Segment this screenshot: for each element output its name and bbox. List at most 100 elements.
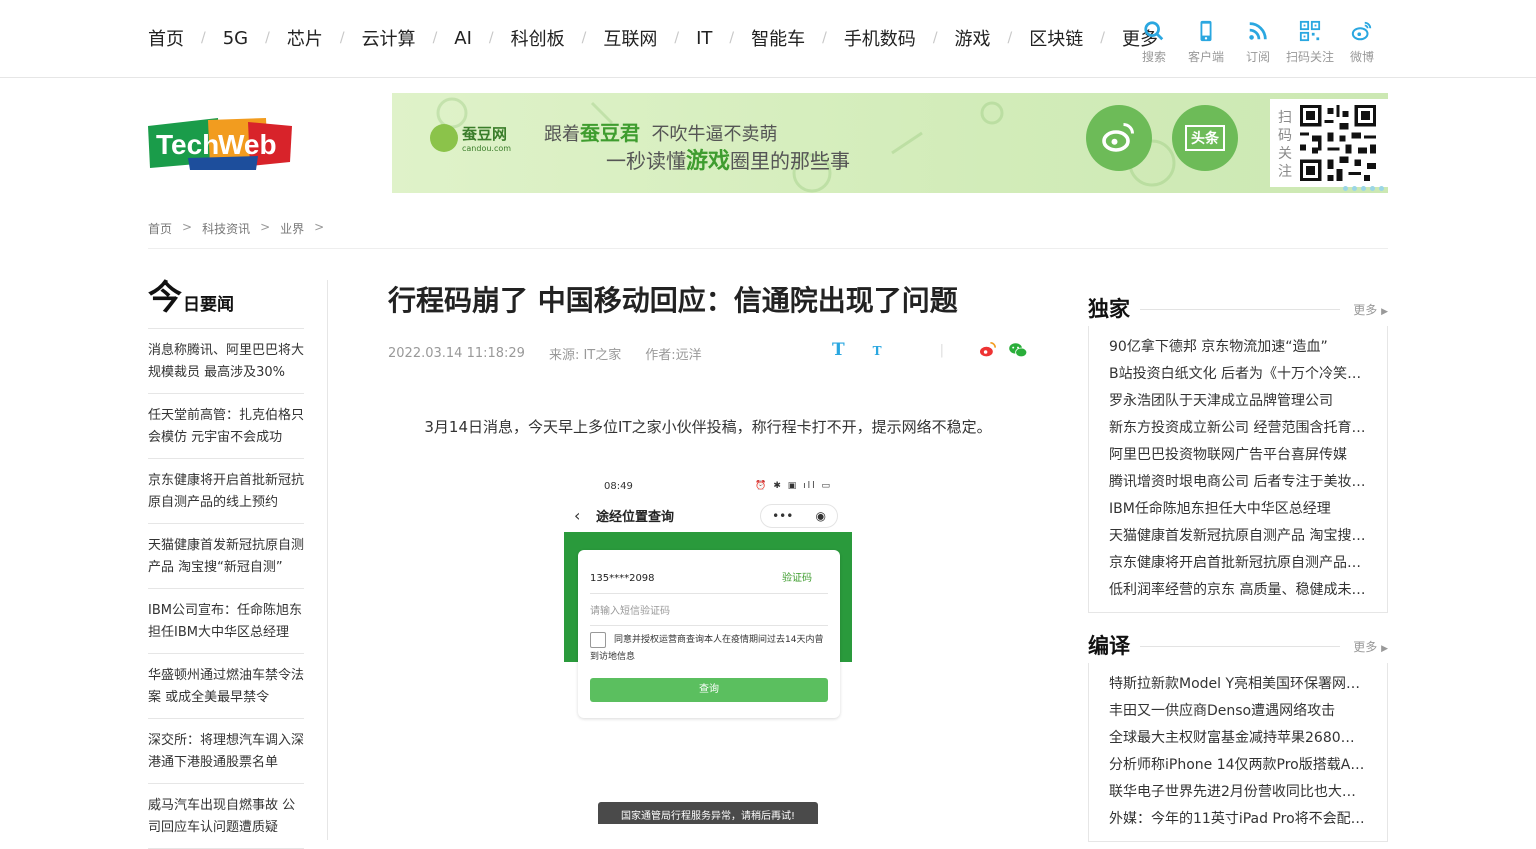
breadcrumb-divider <box>148 248 1388 249</box>
exclusive-news-item[interactable]: 京东健康将开启首批新冠抗原自测产品预约 <box>1109 550 1367 577</box>
nav-link[interactable]: 云计算 <box>362 25 416 51</box>
verify-code-link: 验证码 <box>782 573 812 584</box>
exclusive-news-item[interactable]: 低利润率经营的京东 高质量、稳健成未来主线 <box>1109 577 1367 604</box>
weibo-share-icon[interactable] <box>978 342 998 358</box>
nav-link[interactable]: IT <box>696 28 712 49</box>
exclusive-news-item[interactable]: 90亿拿下德邦 京东物流加速“造血” <box>1109 334 1367 361</box>
banner-brand-sub: candou.com <box>462 144 512 153</box>
exclusive-news-item[interactable]: 新东方投资成立新公司 经营范围含托育服务等 <box>1109 415 1367 442</box>
today-news-title: 今 日要闻 <box>148 280 304 329</box>
translation-news-item[interactable]: 全球最大主权财富基金减持苹果2680万股 <box>1109 725 1367 752</box>
nav-link[interactable]: 智能车 <box>751 25 805 51</box>
weibo-tool[interactable]: 微博 <box>1336 20 1388 65</box>
article-screenshot: 08:49 ⏰ ✱ ▣ ıll ▭ ‹ 途经位置查询 ••• ◉ 135****… <box>564 478 852 824</box>
banner-line1-pre: 跟着 <box>544 124 580 145</box>
phone-title-bar: ‹ 途经位置查询 ••• ◉ <box>564 500 852 532</box>
translation-more-link[interactable]: 更多 ▶ <box>1353 638 1388 655</box>
nav-separator: / <box>488 30 494 46</box>
nav-link[interactable]: AI <box>454 28 472 49</box>
nav-link[interactable]: 芯片 <box>287 25 323 51</box>
nav-link[interactable]: 科创板 <box>511 25 565 51</box>
nav-separator: / <box>201 30 206 46</box>
today-news-item[interactable]: 消息称腾讯、阿里巴巴将大规模裁员 最高涉及30% <box>148 329 304 394</box>
nav-link[interactable]: 互联网 <box>603 25 657 51</box>
qrcode-tool[interactable]: 扫码关注 <box>1284 20 1336 65</box>
breadcrumb-item[interactable]: 业界 <box>280 220 304 237</box>
banner-qr-box: 扫码关注 <box>1270 99 1388 187</box>
exclusive-more-label: 更多 <box>1353 303 1378 317</box>
close-icon: ◉ <box>815 509 826 523</box>
today-news-item[interactable]: 威马汽车出现自燃事故 公司回应车认问题遭质疑 <box>148 784 304 849</box>
exclusive-news-item[interactable]: 腾讯增资时垠电商公司 后者专注于美妆零售 <box>1109 469 1367 496</box>
today-news-item[interactable]: 深交所：将理想汽车调入深港通下港股通股票名单 <box>148 719 304 784</box>
techweb-logo[interactable]: Tech Web <box>148 118 293 170</box>
nav-link[interactable]: 首页 <box>148 25 184 51</box>
font-large-icon: T <box>832 340 845 360</box>
banner-line2-post: 圈里的那些事 <box>730 149 851 173</box>
tool-icons: 搜索 客户端 订阅 扫码关注 微博 <box>1128 20 1388 65</box>
translation-list: 特斯拉新款Model Y亮相美国环保署网站 续航更长丰田又一供应商Denso遭遇… <box>1088 663 1388 842</box>
breadcrumb-item[interactable]: 首页 <box>148 220 172 237</box>
nav-link[interactable]: 手机数码 <box>844 25 916 51</box>
nav-link[interactable]: 区块链 <box>1029 25 1083 51</box>
today-news-item[interactable]: 任天堂前高管：扎克伯格只会模仿 元宇宙不会成功 <box>148 394 304 459</box>
exclusive-news-item[interactable]: 天猫健康首发新冠抗原自测产品 淘宝搜“新冠自测” <box>1109 523 1367 550</box>
qr-code-image <box>1300 105 1376 181</box>
article-meta: 2022.03.14 11:18:29 来源: IT之家 作者:远洋 TT | <box>388 340 1028 363</box>
column-divider <box>327 280 328 840</box>
translation-news-item[interactable]: 丰田又一供应商Denso遭遇网络攻击 <box>1109 698 1367 725</box>
translation-news-item[interactable]: 外媒：今年的11英寸iPad Pro将不会配备mini-LED <box>1109 806 1367 833</box>
translation-header: 编译 更多 ▶ <box>1088 633 1388 659</box>
exclusive-news-item[interactable]: 罗永浩团队于天津成立品牌管理公司 <box>1109 388 1367 415</box>
query-button: 查询 <box>590 678 828 702</box>
exclusive-title: 独家 <box>1088 296 1130 322</box>
breadcrumb: 首页 > 科技资讯 > 业界 > <box>148 220 334 237</box>
today-news-item[interactable]: IBM公司宣布：任命陈旭东担任IBM大中华区总经理 <box>148 589 304 654</box>
today-news-item[interactable]: 华盛顿州通过燃油车禁令法案 或成全美最早禁令 <box>148 654 304 719</box>
weibo-icon <box>1351 21 1372 41</box>
banner-line2-pre: 一秒读懂 <box>606 149 686 173</box>
client-tool-label: 客户端 <box>1187 50 1224 64</box>
breadcrumb-separator: > <box>260 220 271 234</box>
exclusive-news-item[interactable]: B站投资白纸文化 后者为《十万个冷笑话》出品方 <box>1109 361 1367 388</box>
today-news-item[interactable]: 京东健康将开启首批新冠抗原自测产品的线上预约 <box>148 459 304 524</box>
chevron-right-icon: ▶ <box>1381 307 1388 317</box>
translation-news-item[interactable]: 联华电子世界先进2月份营收同比也大幅增长 <box>1109 779 1367 806</box>
banner-doodle-pattern <box>436 97 1234 193</box>
breadcrumb-item[interactable]: 科技资讯 <box>202 220 250 237</box>
font-small-icon: T <box>872 344 882 358</box>
article-author[interactable]: 作者:远洋 <box>645 344 701 363</box>
exclusive-box: 独家 更多 ▶ 90亿拿下德邦 京东物流加速“造血” B站投资白纸文化 后者为《十… <box>1088 296 1388 613</box>
exclusive-news-item[interactable]: IBM任命陈旭东担任大中华区总经理 <box>1109 496 1367 523</box>
phone-query-card: 135****2098 验证码 请输入短信验证码 同意并授权运营商查询本人在疫情… <box>578 550 840 718</box>
rss-tool[interactable]: 订阅 <box>1232 20 1284 65</box>
nav-link[interactable]: 游戏 <box>955 25 991 51</box>
banner-toutiao-circle[interactable]: 头条 <box>1172 105 1238 171</box>
logo-web-text: Web <box>218 129 277 160</box>
search-tool[interactable]: 搜索 <box>1128 20 1180 65</box>
nav-link[interactable]: 5G <box>223 28 248 49</box>
mobile-icon <box>1200 20 1212 42</box>
techweb-logo-mark: Tech Web <box>148 118 292 170</box>
exclusive-more-link[interactable]: 更多 ▶ <box>1353 301 1388 318</box>
banner-brand: 蚕豆网 candou.com <box>430 123 511 153</box>
ad-banner[interactable]: 蚕豆网 candou.com 跟着蚕豆君 不吹牛逼不卖萌 一秒读懂游戏圈里的那些… <box>392 93 1388 193</box>
banner-line1-highlight: 蚕豆君 <box>580 121 640 145</box>
translation-news-item[interactable]: 特斯拉新款Model Y亮相美国环保署网站 续航更长 <box>1109 671 1367 698</box>
banner-carousel-dots[interactable] <box>1343 186 1384 191</box>
wechat-share-icon[interactable] <box>1008 342 1028 358</box>
article-source[interactable]: 来源: IT之家 <box>549 344 621 363</box>
weibo-tool-label: 微博 <box>1349 50 1374 64</box>
phone-number-row: 135****2098 验证码 <box>590 564 828 594</box>
translation-news-item[interactable]: 分析师称iPhone 14仅两款Pro版搭载A16芯片 <box>1109 752 1367 779</box>
banner-brand-name: 蚕豆网 <box>462 125 508 143</box>
client-tool[interactable]: 客户端 <box>1180 20 1232 65</box>
banner-weibo-circle[interactable] <box>1086 105 1152 171</box>
phone-status-icons: ⏰ ✱ ▣ ıll ▭ <box>755 481 832 491</box>
nav-separator: / <box>1100 30 1105 46</box>
banner-line1-post: 不吹牛逼不卖萌 <box>651 124 778 145</box>
today-news-item[interactable]: 天猫健康首发新冠抗原自测产品 淘宝搜“新冠自测” <box>148 524 304 589</box>
font-size-toggle[interactable]: TT <box>832 340 906 360</box>
exclusive-news-item[interactable]: 阿里巴巴投资物联网广告平台喜屏传媒 <box>1109 442 1367 469</box>
article-title: 行程码崩了 中国移动回应：信通院出现了问题 <box>388 284 958 317</box>
